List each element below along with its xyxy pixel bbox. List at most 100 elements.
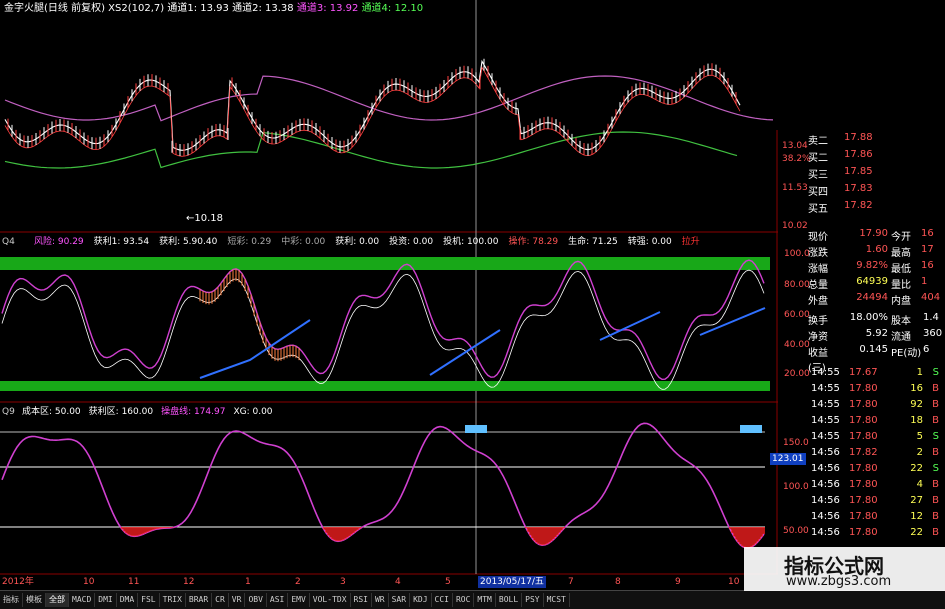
trade-volume: 4 (916, 478, 923, 490)
stat-label: 现价 (808, 232, 828, 243)
trade-volume: 5 (916, 430, 923, 442)
trade-side: B (932, 478, 939, 490)
trade-volume: 16 (910, 382, 923, 394)
stat-label: 涨跌 (808, 248, 828, 259)
stat-value: 18.00% (849, 312, 888, 323)
cost-line (1, 422, 765, 549)
quote-stat-row: 涨跌 1.60 最高 17 (808, 244, 945, 259)
profit-zone-marker (465, 425, 487, 433)
trade-side: B (932, 494, 939, 506)
indicator-label: 获利: 5.90.40 (159, 237, 218, 247)
trade-row[interactable]: 14:56 17.80 22 B (811, 524, 945, 540)
indicator-tab[interactable]: CCI (432, 593, 453, 607)
stat-value: 16 (921, 260, 934, 271)
trade-row[interactable]: 14:56 17.80 4 B (811, 476, 945, 492)
channel2-label: 通道2: 13.38 (232, 3, 294, 14)
indicator-tab[interactable]: BOLL (496, 593, 523, 607)
stat-value: 17 (921, 244, 934, 255)
indicator-tab[interactable]: KDJ (410, 593, 432, 607)
indicator-tab[interactable]: BRAR (186, 593, 213, 607)
indicator-tab[interactable]: DMI (95, 593, 117, 607)
order-book-price: 17.83 (844, 183, 873, 194)
fund-stat-row: 收益(三) 0.145 PE(动) 6 (808, 344, 945, 374)
stat-label: 今开 (891, 232, 911, 243)
quote-panel: 卖二 17.88 买二 17.86 买三 17.85 买四 17.83 买五 17.82 现价 17… (778, 130, 945, 560)
date-axis-label: 3 (340, 577, 346, 587)
indicator-label: 拉升 (681, 237, 700, 247)
date-axis-label: 5 (445, 577, 451, 587)
indicator-tab[interactable]: OBV (245, 593, 267, 607)
indicator-tab[interactable]: MTM (474, 593, 496, 607)
trade-row[interactable]: 14:55 17.80 16 B (811, 380, 945, 396)
trade-side: B (932, 446, 939, 458)
trade-time: 14:56 (811, 510, 840, 522)
fund-stat-row: 净资 5.92 流通 360 (808, 328, 945, 343)
indicator-label: 操作: 78.29 (508, 237, 559, 247)
xs2-label: XS2(102,7) (108, 3, 165, 14)
stat-value: 1 (921, 276, 928, 287)
indicator-tab[interactable]: CR (212, 593, 229, 607)
indicator-tab[interactable]: ROC (453, 593, 475, 607)
kline-chart-area[interactable] (0, 0, 778, 590)
trade-side: B (932, 510, 939, 522)
trade-price: 17.80 (849, 510, 878, 522)
trade-price: 17.80 (849, 398, 878, 410)
indicator-tab[interactable]: MACD (69, 593, 96, 607)
indicator-tab[interactable]: EMV (288, 593, 310, 607)
chart-background (770, 0, 778, 130)
order-book-row: 买五 17.82 (808, 200, 945, 215)
trend-line (429, 329, 501, 376)
trade-row[interactable]: 14:55 17.80 5 S (811, 428, 945, 444)
channel4-label: 通道4: 12.10 (361, 3, 424, 14)
indicator-label: 获利: 0.00 (335, 237, 380, 247)
order-book-row: 买四 17.83 (808, 183, 945, 198)
trade-time: 14:55 (811, 398, 840, 410)
order-book-label: 买二 (808, 153, 828, 164)
order-book-price: 17.88 (844, 132, 873, 143)
indicator-tab[interactable]: RSI (351, 593, 372, 607)
indicator-tab[interactable]: ASI (267, 593, 289, 607)
trade-time: 14:56 (811, 462, 840, 474)
quote-stat-row: 总量 64939 量比 1 (808, 276, 945, 291)
trade-price: 17.82 (849, 446, 878, 458)
trade-row[interactable]: 14:56 17.80 22 S (811, 460, 945, 476)
indicator-tab[interactable]: SAR (389, 593, 411, 607)
indicator-tab[interactable]: MCST (544, 593, 570, 607)
indicator-label: 生命: 71.25 (568, 237, 618, 247)
trade-row[interactable]: 14:55 17.67 1 S (811, 364, 945, 380)
indicator-tab[interactable]: TRIX (160, 593, 186, 607)
indicator-tab[interactable]: DMA (117, 593, 139, 607)
date-axis-label: 8 (615, 577, 621, 587)
stat-value: 360 (923, 328, 943, 339)
trade-price: 17.67 (849, 366, 878, 378)
trade-time: 14:56 (811, 446, 840, 458)
stat-value: 1.60 (865, 244, 888, 255)
date-axis-label: 10 (83, 577, 95, 587)
indicator-tab[interactable]: 全部 (46, 593, 69, 607)
indicator-label: 操盘线: 174.97 (161, 407, 226, 417)
trade-side: B (932, 414, 939, 426)
indicator-label: 获利区: 160.00 (88, 407, 154, 417)
trade-row[interactable]: 14:55 17.80 92 B (811, 396, 945, 412)
trade-row[interactable]: 14:56 17.80 27 B (811, 492, 945, 508)
stat-label: 换手 (808, 316, 828, 327)
indicator-tab[interactable]: WR (372, 593, 389, 607)
indicator-tab[interactable]: FSL (138, 593, 160, 607)
trade-row[interactable]: 14:56 17.80 12 B (811, 508, 945, 524)
indicator-tab[interactable]: PSY (522, 593, 544, 607)
indicator-tab[interactable]: 模板 (23, 593, 46, 607)
quote-stat-row: 涨幅 9.82% 最低 16 (808, 260, 945, 275)
indicator-tab[interactable]: 指标 (0, 593, 23, 607)
trade-row[interactable]: 14:56 17.82 2 B (811, 444, 945, 460)
stat-label: 内盘 (891, 296, 911, 307)
trade-row[interactable]: 14:55 17.80 18 B (811, 412, 945, 428)
quote-stat-row: 现价 17.90 今开 16 (808, 228, 945, 243)
order-book-label: 卖二 (808, 136, 828, 147)
date-axis-label: 4 (395, 577, 401, 587)
trend-line (699, 307, 766, 336)
indicator-tab[interactable]: VOL-TDX (310, 593, 351, 607)
indicator-tab[interactable]: VR (229, 593, 246, 607)
date-axis-label: 2012年 (2, 577, 34, 587)
trade-time: 14:56 (811, 526, 840, 538)
trade-side: S (932, 430, 939, 442)
